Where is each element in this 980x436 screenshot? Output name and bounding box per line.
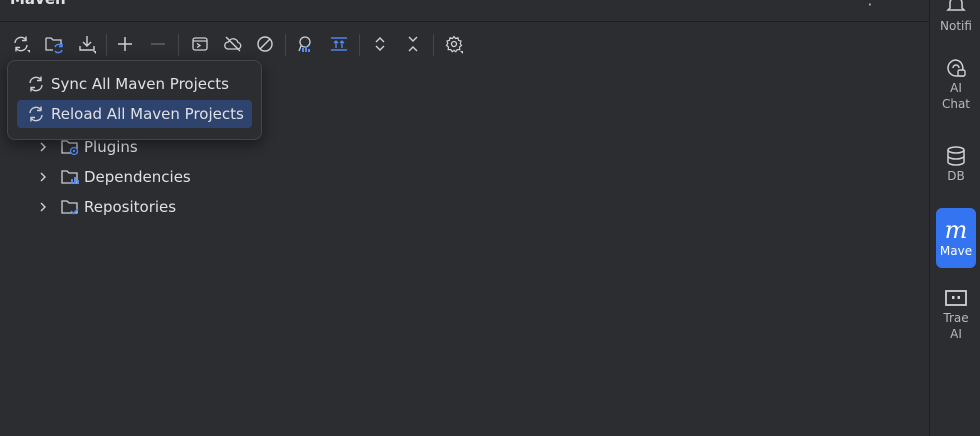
settings-button[interactable]	[440, 30, 468, 58]
reload-icon	[29, 106, 43, 122]
dependencies-folder-icon	[60, 168, 80, 186]
tool-window-db[interactable]: DB	[936, 144, 976, 184]
database-icon	[947, 146, 965, 166]
right-tool-window-bar: Notifi AI Chat DB m Mave Trae AI	[929, 0, 980, 436]
toolbar-separator	[433, 34, 434, 56]
offline-mode-icon	[224, 36, 242, 52]
panel-title: Maven	[10, 0, 66, 8]
reload-all-maven-projects-item[interactable]: Reload All Maven Projects	[17, 100, 252, 128]
toolbar-separator	[178, 34, 179, 56]
panel-header: Maven ⋮	[0, 0, 929, 22]
toolbar-separator	[359, 34, 360, 56]
maven-tool-window: Maven ⋮	[0, 0, 929, 436]
download-icon	[79, 36, 96, 54]
remove-icon	[151, 43, 165, 45]
tool-window-label-line1: Trae	[943, 311, 969, 325]
popup-item-label: Sync All Maven Projects	[51, 75, 229, 93]
tool-window-ai-chat[interactable]: AI Chat	[936, 56, 976, 112]
maven-toolbar	[0, 30, 929, 60]
settings-icon	[445, 35, 463, 54]
add-button[interactable]	[111, 30, 139, 58]
sync-icon	[29, 76, 43, 92]
reload-folder-icon	[45, 37, 63, 54]
more-options-icon[interactable]: ⋮	[862, 0, 878, 12]
tree-item-repositories[interactable]: Repositories	[36, 194, 336, 220]
tool-window-trae-ai[interactable]: Trae AI	[936, 286, 976, 342]
show-dependencies-icon	[298, 36, 311, 52]
sync-all-maven-projects-item[interactable]: Sync All Maven Projects	[17, 70, 252, 98]
maven-icon: m	[944, 216, 968, 244]
trae-ai-icon	[945, 290, 967, 306]
skip-tests-icon	[257, 36, 273, 52]
tool-window-label: DB	[947, 169, 965, 183]
expand-all-button[interactable]	[366, 30, 394, 58]
remove-button[interactable]	[144, 30, 172, 58]
skip-tests-button[interactable]	[251, 30, 279, 58]
tool-window-label: Mave	[939, 244, 973, 258]
show-dependencies-button[interactable]	[291, 30, 319, 58]
sync-icon	[14, 36, 30, 53]
popup-item-label: Reload All Maven Projects	[51, 105, 244, 123]
tree-item-label: Plugins	[84, 138, 138, 156]
run-configuration-button[interactable]	[186, 30, 214, 58]
tool-window-label-line2: Chat	[941, 97, 971, 111]
reload-button[interactable]	[40, 30, 68, 58]
sync-button[interactable]	[7, 30, 35, 58]
tool-window-notifications[interactable]: Notifi	[936, 0, 976, 34]
collapse-up-icon	[331, 37, 347, 51]
collapse-all-icon	[408, 36, 418, 52]
tool-window-label: Notifi	[940, 19, 972, 33]
collapse-all-button[interactable]	[399, 30, 427, 58]
tree-item-label: Repositories	[84, 198, 177, 216]
expand-all-icon	[375, 37, 385, 51]
tree-item-dependencies[interactable]: Dependencies	[36, 164, 336, 190]
sync-dropdown-popup: Sync All Maven Projects Reload All Maven…	[7, 60, 262, 140]
tool-window-label-line1: AI	[950, 81, 962, 95]
notifications-icon	[946, 0, 966, 11]
run-configuration-icon	[192, 37, 208, 51]
ai-chat-icon	[947, 59, 966, 77]
collapse-up-button[interactable]	[325, 30, 353, 58]
chevron-right-icon[interactable]	[36, 170, 50, 184]
offline-mode-button[interactable]	[219, 30, 247, 58]
chevron-right-icon[interactable]	[36, 140, 50, 154]
tree-item-label: Dependencies	[84, 168, 191, 186]
add-icon	[118, 37, 132, 51]
download-button[interactable]	[73, 30, 101, 58]
toolbar-separator	[285, 34, 286, 56]
plugins-folder-icon	[60, 138, 80, 156]
tool-window-maven[interactable]: m Mave	[936, 208, 976, 268]
tool-window-label-line2: AI	[950, 327, 962, 341]
chevron-right-icon[interactable]	[36, 200, 50, 214]
repositories-folder-icon	[60, 198, 80, 216]
toolbar-separator	[106, 34, 107, 56]
